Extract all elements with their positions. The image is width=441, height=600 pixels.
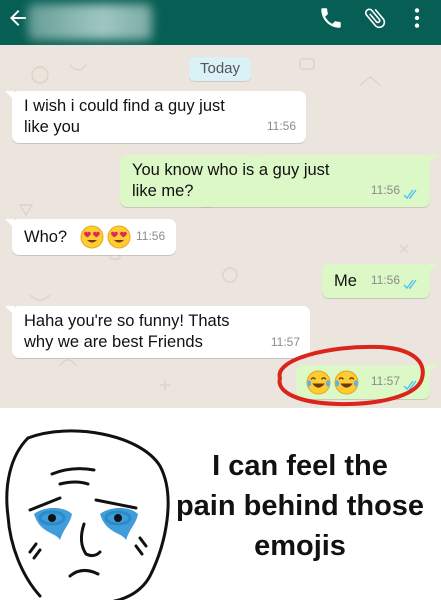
message-outgoing[interactable]: You know who is a guy just like me? 11:5… — [120, 155, 437, 207]
read-ticks-icon — [403, 380, 417, 391]
message-incoming[interactable]: I wish i could find a guy just like you … — [5, 91, 306, 143]
message-outgoing-emojis[interactable]: 11:57 — [296, 365, 437, 399]
tears-of-joy-emoji — [306, 370, 331, 395]
message-text: Haha you're so funny! Thats why we are b… — [24, 311, 230, 353]
back-arrow-icon[interactable] — [6, 6, 30, 30]
date-divider: Today — [189, 57, 251, 81]
message-line: like you — [24, 118, 80, 136]
message-time: 11:57 — [270, 335, 300, 349]
phone-icon[interactable] — [318, 5, 344, 31]
meme-panel: I can feel the pain behind those emojis — [0, 408, 441, 600]
bubble-tail — [428, 365, 437, 374]
message-line: like me? — [132, 182, 194, 200]
message-incoming[interactable]: Who? 11:56 — [5, 219, 176, 255]
message-line: I wish i could find a guy just — [24, 97, 225, 115]
caption-line: pain behind those — [175, 490, 425, 522]
bubble-tail — [5, 306, 14, 315]
bubble-tail — [5, 219, 14, 228]
message-text: I wish i could find a guy just like you — [24, 96, 225, 138]
caption-line: I can feel the — [212, 450, 388, 482]
bubble-tail — [428, 264, 437, 273]
message-outgoing[interactable]: Me 11:56 — [322, 264, 437, 298]
bubble-tail — [428, 155, 437, 164]
read-ticks-icon — [403, 189, 417, 200]
message-time: 11:56 — [136, 229, 166, 243]
message-time: 11:56 — [370, 273, 400, 287]
contact-name-blurred[interactable] — [28, 4, 152, 40]
more-options-icon[interactable] — [404, 5, 430, 31]
chat-header — [0, 0, 441, 45]
message-text: You know who is a guy just like me? — [132, 160, 330, 202]
attachment-icon[interactable] — [362, 5, 388, 31]
heart-eyes-emoji — [80, 225, 104, 249]
caption-line: emojis — [254, 530, 346, 562]
message-time: 11:57 — [370, 374, 400, 388]
heart-eyes-emoji — [107, 225, 131, 249]
message-text: Who? — [24, 228, 68, 246]
bubble-tail — [5, 91, 14, 100]
chat-area[interactable]: Today I wish i could find a guy just lik… — [0, 45, 441, 408]
tears-of-joy-emoji — [334, 370, 359, 395]
message-line: Haha you're so funny! Thats — [24, 312, 230, 330]
message-time: 11:56 — [370, 183, 400, 197]
message-line: why we are best Friends — [24, 333, 203, 351]
read-ticks-icon — [403, 279, 417, 290]
message-line: You know who is a guy just — [132, 161, 330, 179]
message-incoming[interactable]: Haha you're so funny! Thats why we are b… — [5, 306, 310, 358]
message-time: 11:56 — [266, 119, 296, 133]
message-text: Me — [334, 272, 357, 290]
meme-caption: I can feel the pain behind those emojis — [150, 446, 441, 566]
